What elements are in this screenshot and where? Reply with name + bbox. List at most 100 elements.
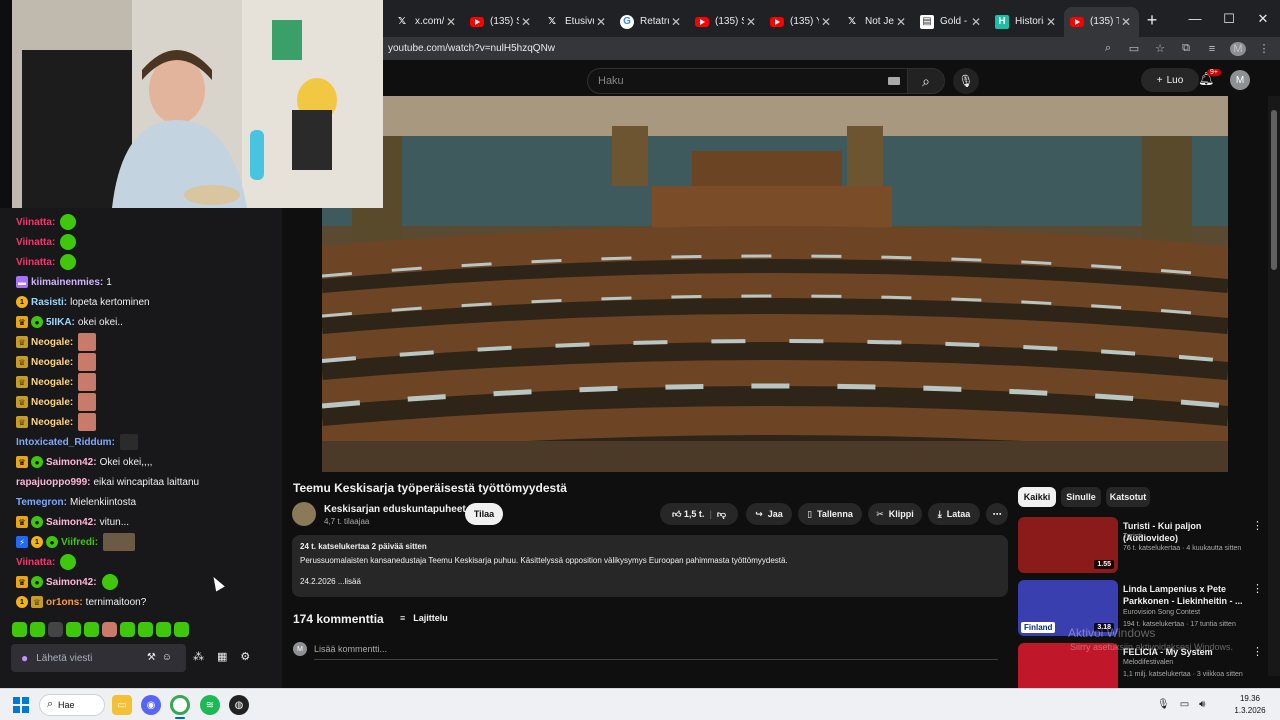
minimize-button[interactable]: —: [1178, 11, 1212, 27]
clip-button[interactable]: ✂ Klippi: [868, 503, 922, 525]
emote-icon[interactable]: [30, 622, 45, 637]
chat-username[interactable]: or1ons:: [46, 597, 83, 608]
sort-comments-button[interactable]: ≡ Lajittelu: [400, 613, 448, 623]
close-tab-icon[interactable]: ✕: [444, 15, 458, 29]
chat-emote-icon[interactable]: [78, 393, 97, 411]
cup-badge-icon[interactable]: ♕: [16, 396, 28, 408]
chip-for-you[interactable]: Sinulle: [1061, 487, 1101, 507]
chat-username[interactable]: Viinatta:: [16, 237, 55, 248]
emote-icon[interactable]: [102, 622, 117, 637]
video-thumbnail[interactable]: 1.55: [1018, 517, 1118, 573]
chat-emote-icon[interactable]: [78, 373, 97, 391]
chat-mic-icon[interactable]: ●: [21, 651, 28, 665]
chat-emote-icon[interactable]: [60, 214, 77, 230]
green-badge-icon[interactable]: ●: [46, 536, 58, 548]
new-tab-button[interactable]: +: [1139, 10, 1165, 31]
browser-menu-icon[interactable]: ⋮: [1256, 42, 1272, 55]
emote-icon[interactable]: [174, 622, 189, 637]
browser-tab[interactable]: (135) Te✕: [1064, 6, 1139, 37]
chip-all[interactable]: Kaikki: [1018, 487, 1056, 507]
browser-tab[interactable]: (135) Yo✕: [764, 7, 839, 37]
download-button[interactable]: ⤓ Lataa: [928, 503, 980, 525]
chat-message-input[interactable]: ● Lähetä viesti ⚒☺: [11, 644, 186, 672]
browser-tab[interactable]: 𝕏x.com/i ✕: [389, 7, 464, 37]
chat-username[interactable]: Intoxicated_Riddum:: [16, 437, 115, 448]
channel-name[interactable]: Keskisarjan eduskuntapuheet: [324, 504, 466, 515]
gold-badge-icon[interactable]: 1: [16, 296, 28, 308]
chat-username[interactable]: Neogale:: [31, 337, 73, 348]
chat-emote-icon[interactable]: [60, 254, 77, 270]
emote-icon[interactable]: [12, 622, 27, 637]
chat-emote-icon[interactable]: [101, 574, 118, 590]
taskbar-clock[interactable]: 19.36 1.3.2026: [1230, 693, 1270, 717]
chat-username[interactable]: Neogale:: [31, 357, 73, 368]
more-options-icon[interactable]: ⋮: [1252, 582, 1263, 595]
green-badge-icon[interactable]: ●: [31, 316, 43, 328]
chat-input-tools[interactable]: ⚒☺: [147, 652, 178, 663]
chat-emote-icon[interactable]: [78, 413, 97, 431]
chat-emote-icon[interactable]: [119, 434, 138, 450]
volume-icon[interactable]: 🔊︎: [1199, 699, 1205, 710]
recommended-video[interactable]: 1.55 Turisti - Kui paljon (Audiovideo) Tur…: [1018, 517, 1268, 575]
chat-username[interactable]: rapajuoppo999:: [16, 477, 90, 488]
purple-badge-icon[interactable]: ▬: [16, 276, 28, 288]
like-button[interactable]: 👍︎ 1,5 t.: [672, 509, 704, 520]
store-icon[interactable]: ▦: [217, 650, 227, 663]
recommended-title[interactable]: Linda Lampenius x Pete Parkkonen - Lieki…: [1123, 583, 1251, 607]
blue-badge-icon[interactable]: ⚡: [16, 536, 28, 548]
recommended-channel[interactable]: Turisti: [1123, 533, 1142, 540]
chrome-icon[interactable]: [170, 695, 190, 715]
scrollbar-thumb[interactable]: [1271, 110, 1277, 270]
extensions-icon[interactable]: ⧉: [1178, 42, 1194, 55]
chat-emote-icon[interactable]: [60, 554, 77, 570]
add-comment-input[interactable]: Lisää kommentti...: [314, 644, 998, 660]
more-options-icon[interactable]: ⋮: [1252, 519, 1263, 532]
search-button[interactable]: ⌕: [907, 68, 945, 94]
browser-tab[interactable]: ▤ Gold - I✕: [914, 7, 989, 37]
emote-icon[interactable]: [120, 622, 135, 637]
cup-badge-icon[interactable]: ♕: [16, 416, 28, 428]
close-tab-icon[interactable]: ✕: [519, 15, 533, 29]
close-tab-icon[interactable]: ✕: [669, 15, 683, 29]
page-scrollbar[interactable]: [1268, 96, 1280, 676]
chat-username[interactable]: Viifredi:: [61, 537, 98, 548]
cup-badge-icon[interactable]: ♕: [16, 356, 28, 368]
mic-tray-icon[interactable]: 🎙︎: [1157, 699, 1170, 710]
chat-emote-icon[interactable]: [60, 234, 77, 250]
windows-start-icon[interactable]: [13, 697, 29, 713]
dislike-icon[interactable]: 👎︎: [717, 509, 726, 520]
close-tab-icon[interactable]: ✕: [969, 15, 983, 29]
bits-icon[interactable]: ⁂: [193, 650, 204, 663]
green-badge-icon[interactable]: ●: [31, 516, 43, 528]
chat-username[interactable]: Neogale:: [31, 397, 73, 408]
cup-badge-icon[interactable]: ♕: [16, 376, 28, 388]
recommended-channel[interactable]: Melodifestivalen: [1123, 659, 1173, 666]
share-button[interactable]: ↪ Jaa: [746, 503, 792, 525]
chat-username[interactable]: kiimainenmies:: [31, 277, 103, 288]
chat-settings-icon[interactable]: ⚙: [240, 650, 250, 663]
chat-username[interactable]: Rasisti:: [31, 297, 67, 308]
chat-emote-icon[interactable]: [103, 533, 136, 551]
network-icon[interactable]: ▭: [1180, 699, 1189, 710]
url-field[interactable]: youtube.com/watch?v=nulH5hzqQNw: [383, 43, 1100, 54]
browser-tab[interactable]: H Historia✕: [989, 7, 1064, 37]
obs-icon[interactable]: ◍: [229, 695, 249, 715]
chat-username[interactable]: Neogale:: [31, 417, 73, 428]
video-player[interactable]: [322, 96, 1228, 472]
description-box[interactable]: 24 t. katselukertaa 2 päivää sitten Peru…: [292, 535, 1008, 597]
browser-tab[interactable]: 𝕏 Not Jen✕: [839, 7, 914, 37]
bookmark-star-icon[interactable]: ☆: [1152, 42, 1168, 55]
emote-icon[interactable]: [66, 622, 81, 637]
create-button[interactable]: + Luo: [1141, 68, 1199, 92]
gold-badge-icon[interactable]: 1: [16, 596, 28, 608]
crown-badge-icon[interactable]: ♛: [16, 516, 28, 528]
cup-badge-icon[interactable]: ♕: [16, 336, 28, 348]
chat-username[interactable]: 5IIKA:: [46, 317, 75, 328]
chat-username[interactable]: Viinatta:: [16, 257, 55, 268]
close-tab-icon[interactable]: ✕: [1044, 15, 1058, 29]
more-options-icon[interactable]: ⋮: [1252, 645, 1263, 658]
chip-watched[interactable]: Katsotut: [1106, 487, 1150, 507]
browser-tab[interactable]: 𝕏 Etusivu✕: [539, 7, 614, 37]
close-tab-icon[interactable]: ✕: [894, 15, 908, 29]
youtube-avatar[interactable]: M: [1230, 70, 1250, 90]
